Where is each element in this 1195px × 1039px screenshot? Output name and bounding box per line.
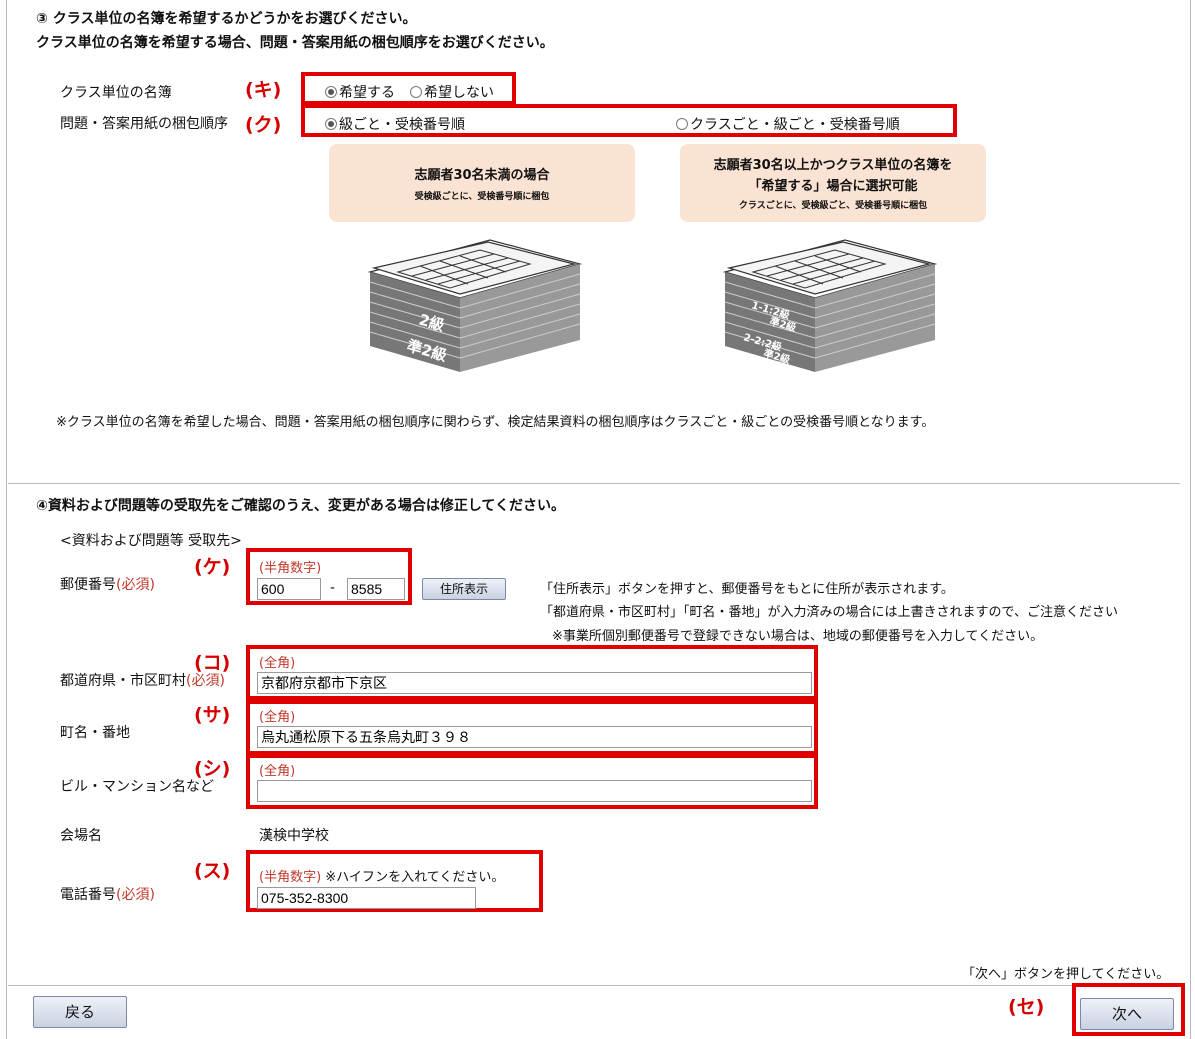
town-label: 町名・番地 <box>60 725 130 741</box>
card-sub: クラスごとに、受検級ごと、受検番号順に梱包 <box>738 201 928 211</box>
section3-heading: ③ クラス単位の名簿を希望するかどうかをお選びください。 <box>36 11 417 27</box>
prefecture-label: 都道府県・市区町村 <box>60 673 186 689</box>
postal-help-1: 「住所表示」ボタンを押すと、郵便番号をもとに住所が表示されます。 <box>540 582 954 597</box>
packing-note: ※クラス単位の名簿を希望した場合、問題・答案用紙の梱包順序に関わらず、検定結果資… <box>56 415 935 430</box>
annotation-ko: (コ) <box>194 652 231 674</box>
building-name-input[interactable] <box>257 780 812 802</box>
footer-divider <box>8 985 1180 986</box>
phone-label: 電話番号 <box>60 887 116 903</box>
packing-order-label: 問題・答案用紙の梱包順序 <box>60 116 228 132</box>
card-sub: 受検級ごとに、受検番号順に梱包 <box>414 192 550 202</box>
town-address-input[interactable] <box>257 726 812 748</box>
card-title-line1: 志願者30名以上かつクラス単位の名簿を <box>713 158 953 173</box>
card-title-line2: 「希望する」場合に選択可能 <box>748 179 918 194</box>
next-button[interactable]: 次へ <box>1080 998 1174 1030</box>
phone-number-input[interactable] <box>257 887 476 909</box>
venue-value: 漢検中学校 <box>259 828 329 844</box>
radio-on-icon <box>325 118 337 130</box>
paper-stack-illustration-class: 1-1:2級 準2級 2-2:2級 準2級 <box>722 239 938 372</box>
card-over-30: 志願者30名以上かつクラス単位の名簿を 「希望する」場合に選択可能 クラスごとに… <box>680 144 986 222</box>
prefecture-city-input[interactable] <box>257 672 812 694</box>
postal-label-row: 郵便番号(必須) <box>60 574 155 594</box>
phone-hint-note: ※ハイフンを入れてください。 <box>321 870 505 885</box>
postal-dash: - <box>330 580 336 596</box>
annotation-ki: (キ) <box>245 79 282 101</box>
back-button[interactable]: 戻る <box>33 996 127 1028</box>
radio-label: 希望する <box>339 85 395 101</box>
radio-label: クラスごと・級ごと・受検番号順 <box>690 117 900 133</box>
section4-subheading: <資料および問題等 受取先> <box>60 533 242 549</box>
annotation-se: (セ) <box>1008 996 1045 1018</box>
card-under-30: 志願者30名未満の場合 受検級ごとに、受検番号順に梱包 <box>329 144 635 222</box>
radio-on-icon <box>325 86 337 98</box>
postal-label: 郵便番号 <box>60 577 116 593</box>
annotation-su: (ス) <box>194 860 231 882</box>
paper-stack-illustration-grade: 2級 準2級 <box>367 239 583 372</box>
town-hint: (全角) <box>259 710 296 725</box>
phone-hint: (半角数字) <box>259 870 322 885</box>
card-title: 志願者30名未満の場合 <box>414 168 550 183</box>
radio-off-icon <box>410 86 422 98</box>
postal-help-3: ※事業所個別郵便番号で登録できない場合は、地域の郵便番号を入力してください。 <box>552 629 1044 644</box>
radio-roster-not-want[interactable]: 希望しない <box>410 82 494 102</box>
section3-subheading: クラス単位の名簿を希望する場合、問題・答案用紙の梱包順序をお選びください。 <box>36 35 554 51</box>
class-roster-label: クラス単位の名簿 <box>60 85 172 101</box>
radio-label: 希望しない <box>424 85 494 101</box>
radio-packing-by-class[interactable]: クラスごと・級ごと・受検番号順 <box>676 114 900 134</box>
required-mark: (必須) <box>186 673 225 689</box>
annotation-shi: (シ) <box>194 758 231 780</box>
postal-help-2: 「都道府県・市区町村」「町名・番地」が入力済みの場合には上書きされますので、ご注… <box>540 605 1118 620</box>
postal-hint: (半角数字) <box>259 561 322 576</box>
address-lookup-button[interactable]: 住所表示 <box>422 578 506 600</box>
prefecture-hint: (全角) <box>259 656 296 671</box>
required-mark: (必須) <box>116 577 155 593</box>
section-divider <box>8 483 1180 484</box>
building-hint: (全角) <box>259 764 296 779</box>
annotation-sa: (サ) <box>194 704 231 726</box>
radio-label: 級ごと・受検番号順 <box>339 117 465 133</box>
postal-code-part2[interactable] <box>347 578 405 600</box>
phone-label-row: 電話番号(必須) <box>60 884 155 904</box>
building-label: ビル・マンション名など <box>60 779 214 795</box>
radio-off-icon <box>676 118 688 130</box>
phone-hint-row: (半角数字) ※ハイフンを入れてください。 <box>259 866 504 885</box>
annotation-ku: (ク) <box>245 114 282 136</box>
radio-roster-want[interactable]: 希望する <box>325 82 395 102</box>
required-mark: (必須) <box>116 887 155 903</box>
annotation-ke: (ケ) <box>194 556 231 578</box>
postal-code-part1[interactable] <box>257 578 321 600</box>
section4-heading: ④資料および問題等の受取先をご確認のうえ、変更がある場合は修正してください。 <box>36 498 566 514</box>
next-hint: 「次へ」ボタンを押してください。 <box>962 967 1170 982</box>
venue-label: 会場名 <box>60 828 102 844</box>
radio-packing-by-grade[interactable]: 級ごと・受検番号順 <box>325 114 465 134</box>
